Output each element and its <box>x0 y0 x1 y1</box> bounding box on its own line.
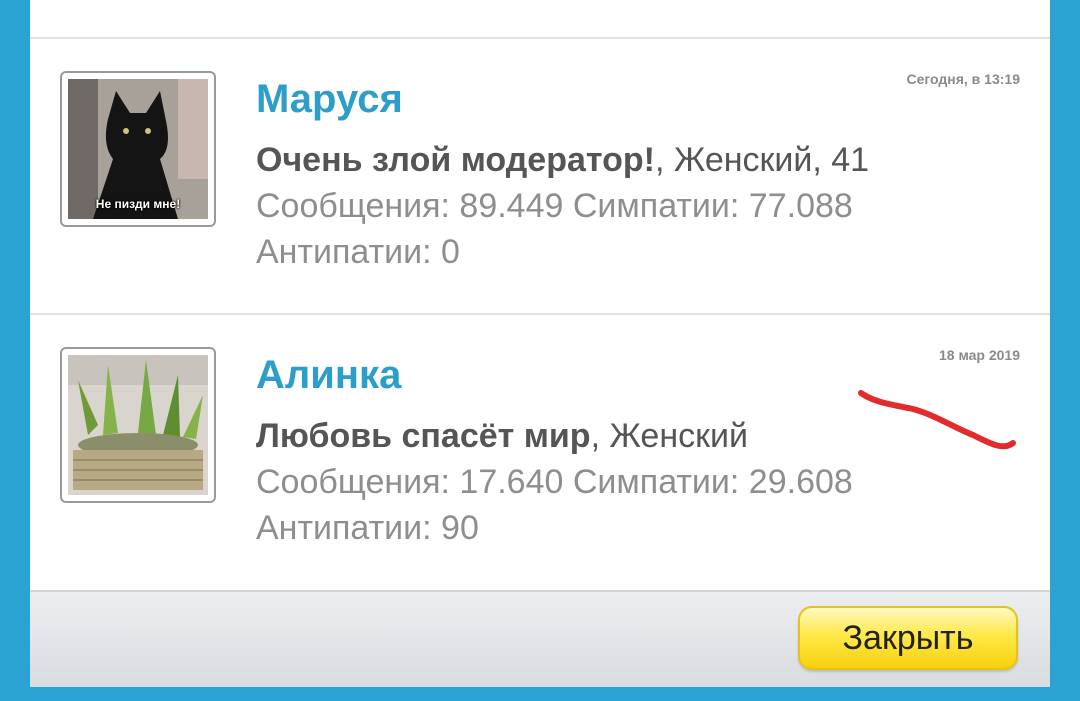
member-info: Очень злой модератор!, Женский, 41 <box>256 143 869 177</box>
member-name[interactable]: Алинка <box>256 355 401 395</box>
member-antipathy: Антипатии: 0 <box>256 233 460 271</box>
avatar-caption: Не пизди мне! <box>95 197 181 211</box>
member-stats: Сообщения: 17.640 Симпатии: 29.608 <box>256 463 853 501</box>
member-info: Любовь спасёт мир, Женский <box>256 419 748 453</box>
flowers-avatar-image <box>68 355 208 495</box>
previous-row-end <box>30 0 1050 38</box>
member-title: Любовь спасёт мир <box>256 417 591 455</box>
member-stats: Сообщения: 89.449 Симпатии: 77.088 <box>256 187 853 225</box>
last-seen-date: 18 мар 2019 <box>938 347 1020 363</box>
member-name[interactable]: Маруся <box>256 79 403 119</box>
members-dialog: Не пизди мне! Маруся Сегодня, в 13:19 Оч… <box>30 0 1050 687</box>
avatar[interactable] <box>60 347 216 503</box>
dialog-footer: Закрыть <box>30 590 1050 687</box>
cat-avatar-image: Не пизди мне! <box>68 79 208 219</box>
member-antipathy: Антипатии: 90 <box>256 509 479 547</box>
avatar[interactable]: Не пизди мне! <box>60 71 216 227</box>
member-row: Не пизди мне! Маруся Сегодня, в 13:19 Оч… <box>30 39 1050 313</box>
last-seen-date: Сегодня, в 13:19 <box>906 71 1020 87</box>
member-title: Очень злой модератор! <box>256 141 655 179</box>
member-details: , Женский, 41 <box>654 141 870 179</box>
member-details: , Женский <box>590 417 748 455</box>
close-button[interactable]: Закрыть <box>798 606 1018 670</box>
red-annotation-scribble <box>858 390 1016 450</box>
